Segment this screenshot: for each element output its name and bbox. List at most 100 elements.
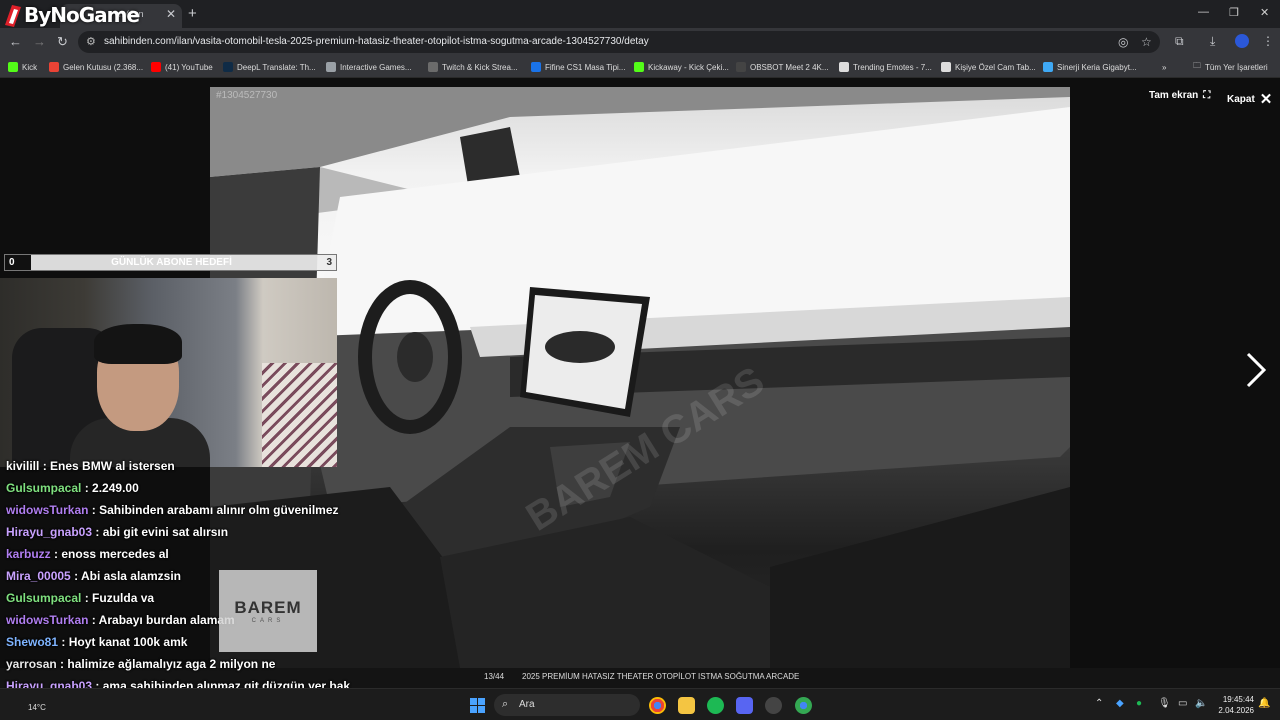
chat-username[interactable]: Mira_00005 [6, 569, 71, 583]
bookmark-item[interactable]: Kickaway - Kick Çeki... [634, 60, 729, 74]
bookmark-label: Sinerji Keria Gigabyt... [1057, 62, 1137, 72]
chat-text: : abi git evini sat alırsın [95, 525, 229, 539]
bookmark-label: Gelen Kutusu (2.368... [63, 62, 144, 72]
bookmark-item[interactable]: Gelen Kutusu (2.368... [49, 60, 143, 74]
extensions-icon[interactable]: ⧉ [1175, 34, 1184, 49]
clock-time: 19:45:44 [1222, 695, 1254, 704]
download-icon[interactable]: ⤓ [1210, 34, 1215, 49]
bookmark-item[interactable]: Kick [8, 60, 37, 74]
bookmark-label: OBSBOT Meet 2 4K... [750, 62, 829, 72]
weather-widget[interactable]: 14°C [28, 703, 46, 712]
bookmark-label: Kick [22, 62, 38, 72]
window-close-icon[interactable]: ✕ [1260, 6, 1269, 19]
file-explorer-icon[interactable] [678, 697, 695, 714]
tray-chevron-icon[interactable]: ⌃ [1095, 698, 1103, 709]
close-gallery-button[interactable]: Kapat ✕ [1227, 90, 1272, 108]
chat-text: : Hoyt kanat 100k amk [61, 635, 188, 649]
all-bookmarks-button[interactable]: 🗀 Tüm Yer İşaretleri [1193, 60, 1268, 74]
tracking-protection-icon[interactable]: ◎ [1118, 35, 1128, 49]
chat-username[interactable]: Hirayu_gnab03 [6, 525, 92, 539]
notification-bell-icon[interactable]: 🔔 [1258, 698, 1270, 709]
chat-username[interactable]: karbuzz [6, 547, 51, 561]
discord-icon[interactable] [736, 697, 753, 714]
close-label: Kapat [1227, 93, 1255, 105]
sponsor-sub: CARS [251, 618, 285, 624]
all-bookmarks-label: Tüm Yer İşaretleri [1205, 62, 1268, 72]
chat-message: widowsTurkan : Sahibinden arabamı alınır… [6, 503, 339, 517]
chat-username[interactable]: widowsTurkan [6, 503, 88, 517]
bookmark-favicon-icon [428, 62, 438, 72]
microphone-icon[interactable]: 🎙 [1158, 698, 1171, 709]
close-icon: ✕ [1259, 91, 1273, 108]
obs-icon[interactable] [765, 697, 782, 714]
minimize-icon[interactable]: — [1198, 6, 1209, 18]
address-bar[interactable]: ⚙ sahibinden.com/ilan/vasita-otomobil-te… [78, 31, 1160, 53]
network-icon[interactable]: ▭ [1178, 698, 1187, 709]
chat-message: Gulsumpacal : Fuzulda va [6, 591, 154, 605]
spotify-icon[interactable] [707, 697, 724, 714]
bookmark-favicon-icon [223, 62, 233, 72]
chat-username[interactable]: Gulsumpacal [6, 591, 81, 605]
chat-text: : Sahibinden arabamı alınır olm güvenilm… [91, 503, 339, 517]
tray-app-icon[interactable]: ◆ [1116, 698, 1124, 709]
search-icon: ⌕ [502, 698, 509, 710]
chat-message: widowsTurkan : Arabayı burdan alamam [6, 613, 235, 627]
restore-icon[interactable]: ❐ [1229, 6, 1239, 19]
bookmark-item[interactable]: Twitch & Kick Strea... [428, 60, 518, 74]
start-button[interactable] [470, 698, 485, 713]
bookmark-item[interactable]: Fifine CS1 Masa Tipi... [531, 60, 625, 74]
bookmark-item[interactable]: Interactive Games... [326, 60, 412, 74]
bookmark-favicon-icon [1043, 62, 1053, 72]
chat-username[interactable]: Gulsumpacal [6, 481, 81, 495]
tab-close-icon[interactable]: ✕ [166, 7, 176, 21]
screen: m (Jun ✕ + — ❐ ✕ ByNoGame ← → ↻ ⚙ sahibi… [0, 0, 1280, 720]
bookmark-favicon-icon [8, 62, 18, 72]
chrome-active-icon[interactable] [795, 697, 812, 714]
chat-message: Mira_00005 : Abi asla alamzsin [6, 569, 181, 583]
next-photo-arrow-icon[interactable] [1244, 350, 1268, 390]
bookmark-label: DeepL Translate: Th... [237, 62, 316, 72]
chat-text: : Abi asla alamzsin [74, 569, 181, 583]
bookmarks-bar: Kick Gelen Kutusu (2.368... (41) YouTube… [0, 56, 1280, 78]
tray-spotify-icon[interactable]: ● [1136, 698, 1142, 709]
bookmark-item[interactable]: Kişiye Özel Cam Tab... [941, 60, 1036, 74]
chat-username[interactable]: yarrosan [6, 657, 57, 671]
taskbar-search[interactable]: ⌕ Ara [494, 694, 640, 716]
bookmark-item[interactable]: OBSBOT Meet 2 4K... [736, 60, 829, 74]
back-icon[interactable]: ← [9, 34, 22, 49]
profile-avatar[interactable] [1235, 34, 1249, 48]
system-clock[interactable]: 19:45:44 2.04.2026 [1214, 694, 1254, 716]
bookmark-item[interactable]: Trending Emotes - 7... [839, 60, 932, 74]
site-info-icon[interactable]: ⚙ [86, 35, 96, 48]
bookmarks-more-button[interactable]: » [1162, 60, 1166, 74]
chat-message: Hirayu_gnab03 : abi git evini sat alırsı… [6, 525, 228, 539]
windows-taskbar: 14°C ⌕ Ara ⌃ ◆ ● 🎙 ▭ 🔈 19:45:44 2.04.202… [0, 688, 1280, 720]
forward-icon[interactable]: → [33, 34, 46, 49]
clock-date: 2.04.2026 [1218, 706, 1254, 715]
bookmark-label: Interactive Games... [340, 62, 412, 72]
volume-icon[interactable]: 🔈 [1195, 698, 1207, 709]
reload-icon[interactable]: ↻ [57, 34, 68, 50]
bookmark-item[interactable]: DeepL Translate: Th... [223, 60, 316, 74]
chat-text: : halimize ağlamalıyız aga 2 milyon ne [60, 657, 276, 671]
listing-photo[interactable]: #1304527730 BAREM CARS [210, 87, 1070, 668]
chat-username[interactable]: widowsTurkan [6, 613, 88, 627]
search-label: Ara [519, 699, 535, 710]
menu-icon[interactable]: ⋮ [1262, 34, 1274, 48]
url-text[interactable]: sahibinden.com/ilan/vasita-otomobil-tesl… [104, 36, 649, 47]
new-tab-button[interactable]: + [188, 5, 197, 22]
fullscreen-button[interactable]: Tam ekran ⛶ [1149, 90, 1210, 101]
bookmark-item[interactable]: (41) YouTube [151, 60, 213, 74]
bookmark-label: Kişiye Özel Cam Tab... [955, 62, 1036, 72]
photo-counter: 13/44 [484, 672, 505, 681]
chrome-icon[interactable] [649, 697, 666, 714]
logo-text: ByNoGame [24, 3, 140, 27]
fullscreen-icon: ⛶ [1203, 90, 1211, 101]
chat-username[interactable]: Shewo81 [6, 635, 58, 649]
bookmark-favicon-icon [326, 62, 336, 72]
logo-mark-icon [5, 5, 21, 27]
chat-username[interactable]: kivilill [6, 459, 39, 473]
chat-message: karbuzz : enoss mercedes al [6, 547, 169, 561]
bookmark-item[interactable]: Sinerji Keria Gigabyt... [1043, 60, 1137, 74]
bookmark-star-icon[interactable]: ☆ [1141, 35, 1152, 49]
